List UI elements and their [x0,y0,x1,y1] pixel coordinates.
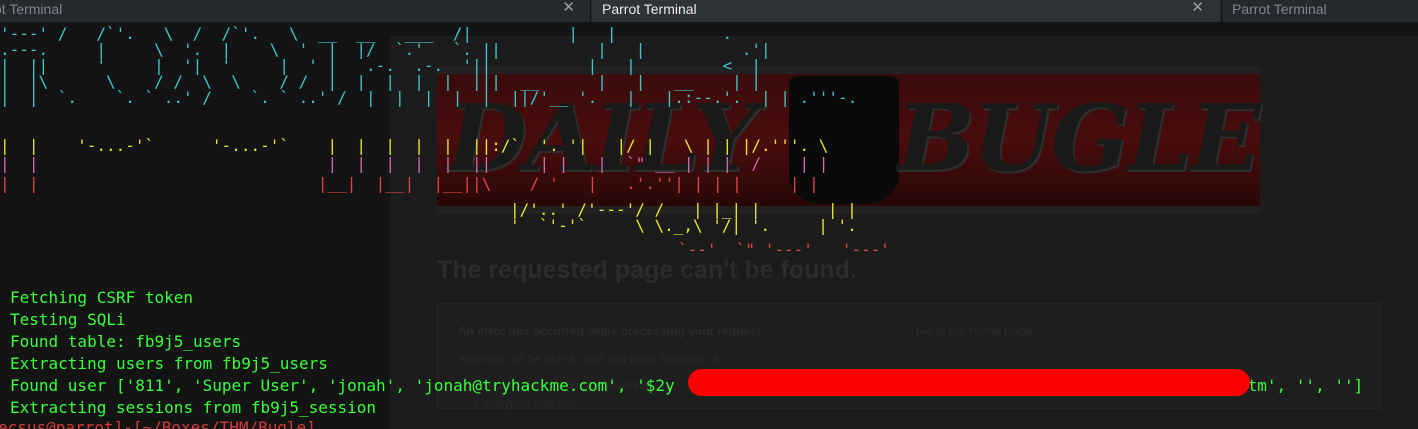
ascii-banner-lower-yellow: |/'..' /'---'/ / | |_| | | | ' `'-'` \ \… [510,200,857,235]
terminal-pane[interactable]: DAILY BUGLE The requested page can't be … [0,22,1418,429]
close-icon[interactable]: ✕ [1191,0,1204,17]
output-line-found-user: Found user ['811', 'Super User', 'jonah'… [10,376,675,395]
output-line: Extracting users from fb9j5_users [10,354,328,373]
error-page-title: The requested page can't be found. [437,256,857,284]
tab-terminal-2-active[interactable]: Parrot Terminal ✕ [592,0,1220,22]
redaction-mark [688,369,1250,396]
error-reason-intro: You may not be able to visit this page b… [458,352,722,366]
output-line: Testing SQLi [10,310,126,329]
tab-bar: ot Terminal ✕ Parrot Terminal ✕ Parrot T… [0,0,1418,22]
home-page-link[interactable]: Go to the Home Page [916,324,1032,338]
tab-divider [590,0,591,22]
output-line: Found table: fb9j5_users [10,332,242,351]
ascii-banner-red: | | |__| |__| |__||\ / ' | .'.''| | | | … [0,174,819,193]
output-line: Fetching CSRF token [10,288,194,307]
output-line: Extracting sessions from fb9j5_session [10,398,377,417]
tab-label: Parrot Terminal [1232,1,1327,17]
error-reason-item: a mistyped address [472,396,577,410]
ascii-banner-lower-red: `--' `" '---' '---' [678,240,890,259]
ascii-banner-cyan: '---' / /`'. \ / /`'. \ __ __ ___ /| | |… [0,24,858,107]
shell-prompt: ecsus@parrot]-[~/Boxes/THM/Bugle] [0,418,316,429]
tab-terminal-3[interactable]: Parrot Terminal [1222,0,1418,22]
output-line-tail: utm', '', ''] [1238,376,1364,395]
ascii-banner-yellow: | | '-...-'` '-...-'` | | | | | ||:/` '.… [0,136,829,155]
tab-label: ot Terminal [0,1,63,17]
error-heading: An error has occurred while processing y… [458,324,765,338]
tab-terminal-1[interactable]: ot Terminal ✕ [0,0,590,22]
close-icon[interactable]: ✕ [562,0,575,17]
ascii-banner-pink: | | | | | | | || | | | `" __ | | | / | | [0,154,829,173]
masthead-word-bugle: BUGLE [897,84,1260,192]
tab-label: Parrot Terminal [602,1,697,17]
